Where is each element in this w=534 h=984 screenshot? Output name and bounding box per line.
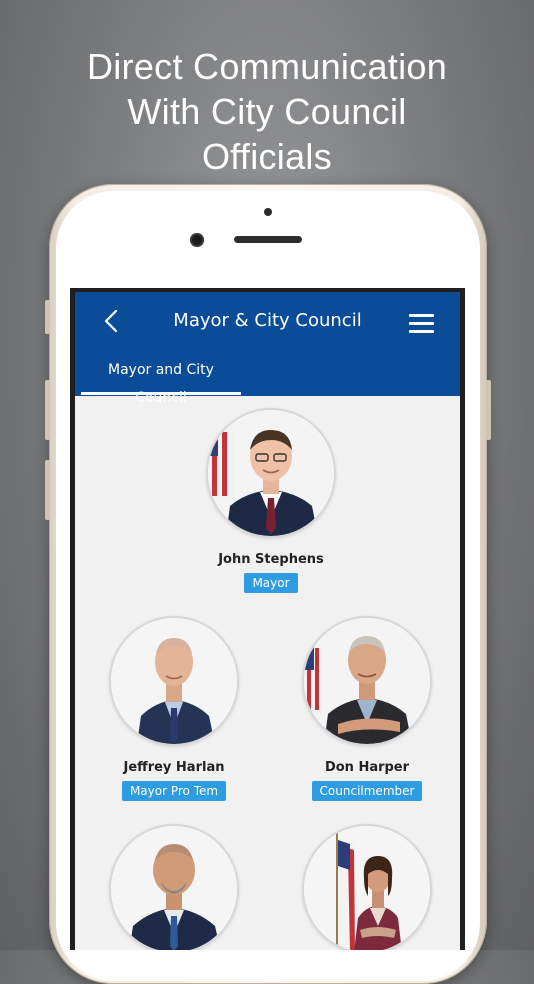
headline-line-3: Officials	[201, 136, 333, 177]
member-role-badge: Mayor Pro Tem	[121, 781, 227, 801]
member-name: Jeffrey Harlan	[123, 760, 225, 775]
app-view: Mayor & City Council Mayor and City Coun…	[75, 292, 460, 950]
navbar: Mayor & City Council Mayor and City Coun…	[75, 292, 460, 406]
member-card[interactable]: Don Harper Councilmember	[297, 616, 437, 801]
person-photo-icon	[208, 410, 334, 536]
person-photo-icon	[304, 618, 430, 744]
chevron-left-icon	[104, 309, 118, 333]
member-photo	[206, 408, 336, 538]
back-button[interactable]	[99, 306, 123, 336]
mute-switch	[45, 300, 50, 334]
member-card[interactable]	[104, 824, 244, 950]
volume-up-button	[45, 380, 50, 440]
member-card[interactable]: Jeffrey Harlan Mayor Pro Tem	[104, 616, 244, 801]
flag-icon	[304, 644, 322, 714]
headline-line-1: Direct Communication	[86, 46, 448, 87]
active-tab-indicator	[81, 392, 241, 395]
phone-screen: Mayor & City Council Mayor and City Coun…	[70, 288, 465, 950]
headline-line-2: With City Council	[127, 91, 407, 132]
member-photo	[302, 616, 432, 746]
front-camera	[190, 233, 204, 247]
flag-icon	[336, 832, 358, 950]
hamburger-bar	[409, 330, 434, 333]
member-role-badge: Councilmember	[311, 781, 423, 801]
person-photo-icon	[111, 618, 237, 744]
hamburger-menu-icon	[409, 314, 434, 317]
hamburger-bar	[409, 322, 434, 325]
earpiece-speaker	[234, 236, 302, 243]
page-title: Mayor & City Council	[173, 310, 362, 331]
member-photo	[109, 824, 239, 950]
member-name: Don Harper	[324, 760, 410, 775]
member-role-badge: Mayor	[244, 573, 298, 593]
flag-icon	[208, 428, 234, 498]
member-name: John Stephens	[218, 552, 324, 567]
tab-mayor-and-city-council[interactable]: Mayor and City Council	[81, 356, 241, 406]
proximity-sensor	[264, 208, 272, 216]
member-card[interactable]: John Stephens Mayor	[201, 408, 341, 593]
person-photo-icon	[304, 826, 430, 950]
power-button	[486, 380, 491, 440]
volume-down-button	[45, 460, 50, 520]
member-photo	[302, 824, 432, 950]
promo-headline: Direct Communication With City Council O…	[0, 44, 534, 179]
member-photo	[109, 616, 239, 746]
member-card[interactable]	[297, 824, 437, 950]
menu-button[interactable]	[409, 312, 437, 334]
person-photo-icon	[111, 826, 237, 950]
